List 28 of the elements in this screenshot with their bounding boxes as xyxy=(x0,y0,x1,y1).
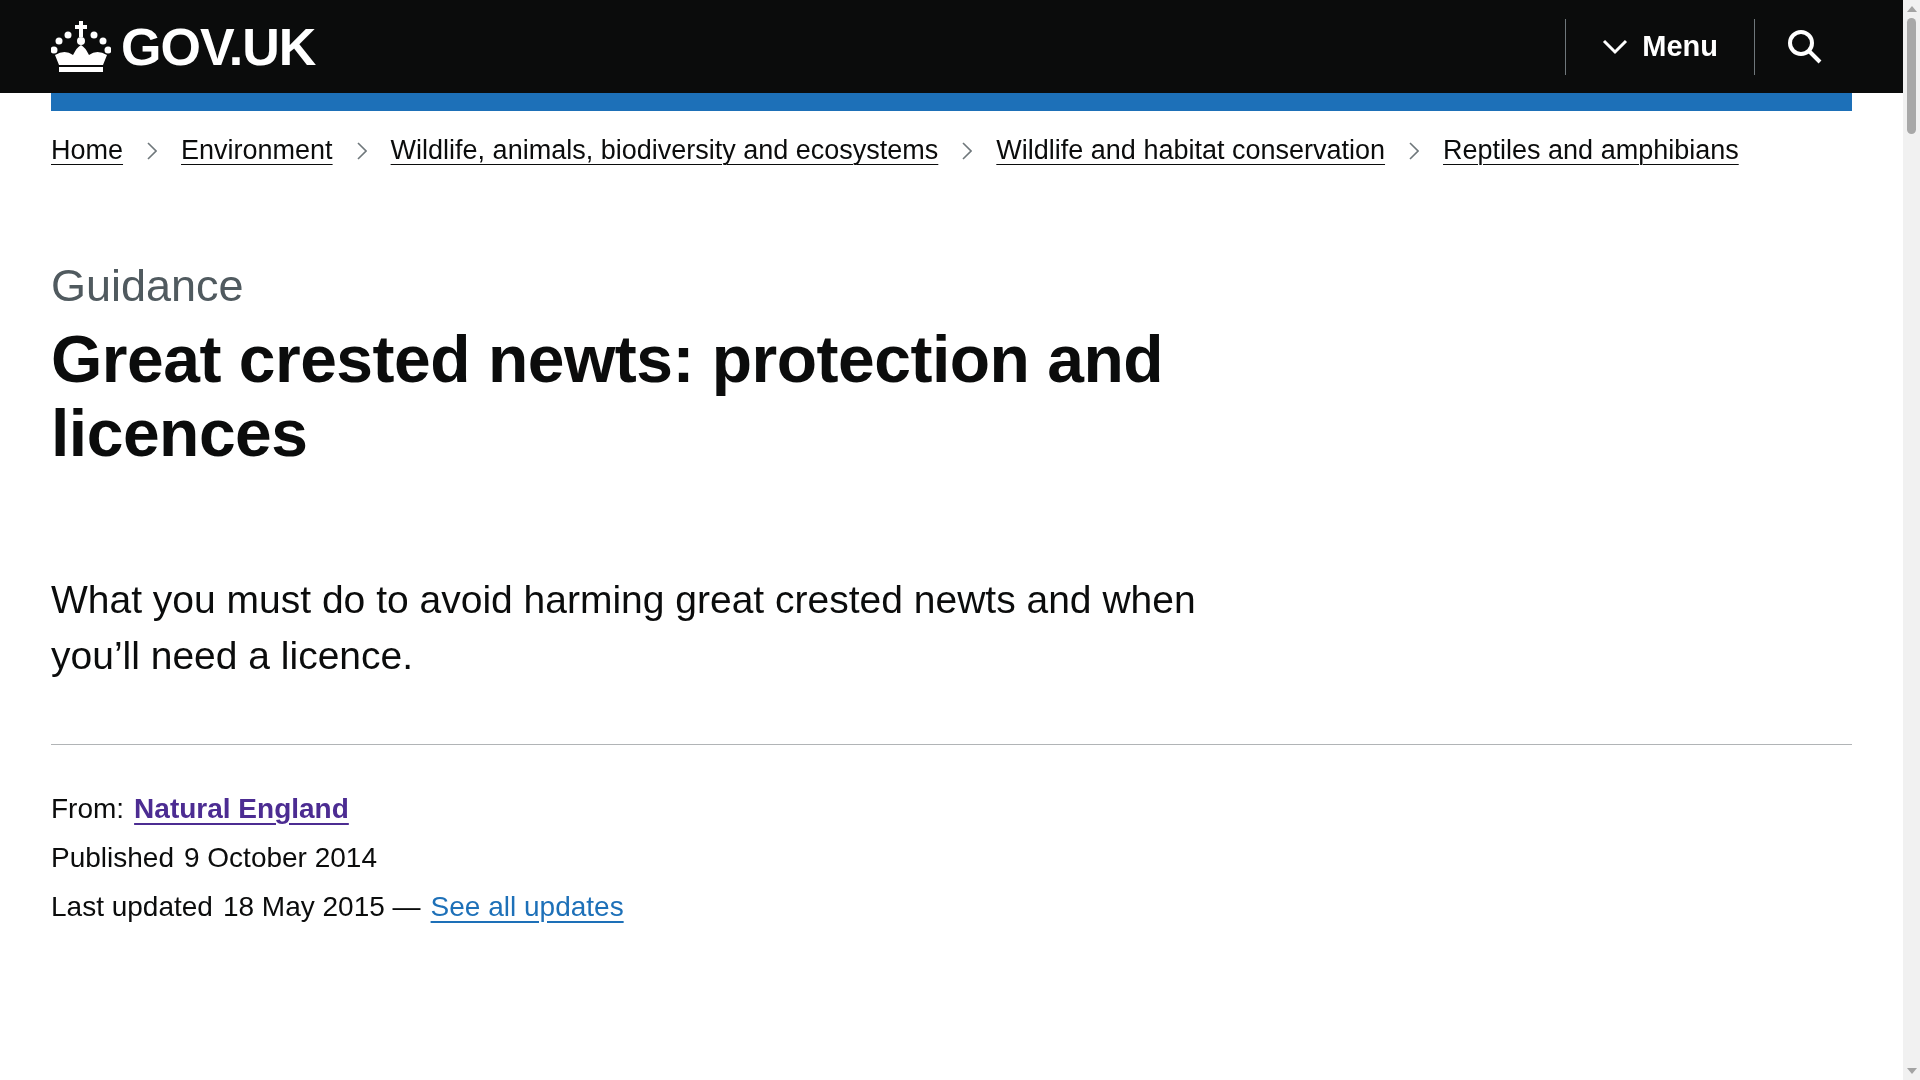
metadata-value: 18 May 2015 — xyxy=(222,891,421,923)
breadcrumb-link[interactable]: Wildlife and habitat conservation xyxy=(996,135,1386,166)
metadata-label: Last updated xyxy=(51,891,213,923)
search-icon xyxy=(1787,28,1823,65)
site-logo-text[interactable]: GOV.UK xyxy=(121,16,316,77)
metadata-label: Published xyxy=(51,842,174,874)
metadata-label: From: xyxy=(51,793,125,825)
chevron-right-icon xyxy=(1409,141,1420,160)
menu-button[interactable]: Menu xyxy=(1566,26,1754,67)
page-title: Great crested newts: protection and licences xyxy=(51,322,1165,470)
scroll-down-icon[interactable] xyxy=(1906,1068,1917,1074)
lead-paragraph: What you must do to avoid harming great crested newts and when you’ll need a licence. xyxy=(51,577,1197,679)
chevron-right-icon xyxy=(356,141,367,160)
crown-icon[interactable] xyxy=(51,20,111,73)
metadata-value: 9 October 2014 xyxy=(184,842,377,874)
breadcrumb-link[interactable]: Home xyxy=(51,135,124,166)
scroll-up-icon[interactable] xyxy=(1906,6,1917,12)
breadcrumb-link[interactable]: Wildlife, animals, biodiversity and ecosystems xyxy=(390,135,939,166)
scrollbar[interactable] xyxy=(1903,0,1920,1080)
scrollbar-thumb[interactable] xyxy=(1907,18,1916,134)
chevron-down-icon xyxy=(1602,38,1629,55)
chevron-right-icon xyxy=(962,141,973,160)
see-all-updates-link[interactable]: See all updates xyxy=(430,891,624,923)
breadcrumb-link[interactable]: Environment xyxy=(181,135,333,166)
page-caption: Guidance xyxy=(51,260,244,312)
organisation-link[interactable]: Natural England xyxy=(134,793,349,825)
breadcrumb-link[interactable]: Reptiles and amphibians xyxy=(1443,135,1739,166)
chevron-right-icon xyxy=(147,141,158,160)
